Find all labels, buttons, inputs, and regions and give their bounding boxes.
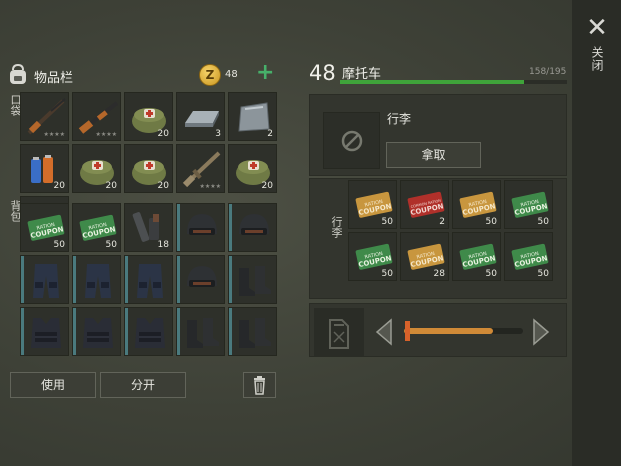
item-count: 50 xyxy=(53,240,65,250)
backpack-slot[interactable] xyxy=(176,307,225,356)
item-count: 28 xyxy=(433,269,445,279)
item-quality: ★★★★ xyxy=(43,131,65,138)
trunk-slot[interactable]: RATION COUPON 28 xyxy=(400,232,449,281)
backpack-slot[interactable] xyxy=(176,203,225,252)
item-quality: ★★★★ xyxy=(199,183,221,190)
fuel-decrease-button[interactable] xyxy=(373,318,395,346)
vehicle-durability-bar xyxy=(340,80,567,84)
trunk-grid: RATION COUPON 50 COMMON RATION COUPON 2 RATION… xyxy=(348,180,553,281)
backpack-slot[interactable] xyxy=(228,255,277,304)
tactical-boots-icon xyxy=(239,318,271,348)
backpack-slot[interactable] xyxy=(176,255,225,304)
item-count: 50 xyxy=(485,269,497,279)
tactical-pants-icon xyxy=(137,264,163,298)
item-count: 50 xyxy=(537,269,549,279)
tactical-boots-icon xyxy=(239,266,271,296)
item-count: 20 xyxy=(53,181,65,191)
pocket-slot[interactable]: 3 xyxy=(176,92,225,141)
backpack-slot[interactable] xyxy=(72,307,121,356)
item-count: 2 xyxy=(439,217,445,227)
trunk-slot[interactable]: RATION COUPON 50 xyxy=(348,232,397,281)
trunk-slot[interactable]: RATION COUPON 50 xyxy=(452,180,501,229)
item-count: 50 xyxy=(105,240,117,250)
close-label[interactable]: 关闭 xyxy=(588,46,606,72)
inventory-title: 物品栏 xyxy=(34,71,74,86)
backpack-slot[interactable] xyxy=(124,307,173,356)
backpack-slot[interactable] xyxy=(20,307,69,356)
backpack-slot[interactable] xyxy=(228,203,277,252)
item-count: 20 xyxy=(157,181,169,191)
backpack-slot[interactable]: 18 xyxy=(124,203,173,252)
pocket-slot[interactable]: 20 xyxy=(124,144,173,193)
tactical-helmet-icon xyxy=(239,214,269,235)
fuel-slider-track[interactable] xyxy=(404,328,523,334)
close-icon[interactable]: ✕ xyxy=(585,15,609,41)
add-coins-button[interactable]: + xyxy=(256,62,274,84)
item-count: 18 xyxy=(157,240,169,250)
item-count: 50 xyxy=(537,217,549,227)
tactical-boots-icon xyxy=(187,318,219,348)
trash-button[interactable] xyxy=(243,372,276,398)
backpack-grid: RATION COUPON 50 RATION COUPON 50 18 xyxy=(20,203,277,356)
pocket-slot[interactable]: ★★★★ xyxy=(176,144,225,193)
tactical-helmet-icon xyxy=(187,214,217,235)
item-count: 50 xyxy=(381,269,393,279)
coin-count: 48 xyxy=(225,69,238,80)
empty-slot xyxy=(323,112,380,169)
tactical-vest-icon xyxy=(83,318,113,348)
backpack-slot[interactable] xyxy=(20,255,69,304)
trunk-slot[interactable]: COMMON RATION COUPON 2 xyxy=(400,180,449,229)
backpack-slot[interactable] xyxy=(228,307,277,356)
split-button[interactable]: 分开 xyxy=(100,372,186,398)
tactical-helmet-icon xyxy=(187,266,217,287)
use-button[interactable]: 使用 xyxy=(10,372,96,398)
item-count: 20 xyxy=(105,181,117,191)
pocket-slot[interactable]: 20 xyxy=(72,144,121,193)
backpack-slot[interactable] xyxy=(124,255,173,304)
item-count: 3 xyxy=(215,129,221,139)
coin-icon: Z xyxy=(199,64,221,86)
pocket-slot[interactable]: 20 xyxy=(124,92,173,141)
pocket-slot[interactable]: 20 xyxy=(20,144,69,193)
item-count: 50 xyxy=(485,217,497,227)
backpack-slot[interactable]: RATION COUPON 50 xyxy=(72,203,121,252)
vehicle-durability-fill xyxy=(340,80,524,84)
pocket-slot[interactable]: ★★★★ xyxy=(72,92,121,141)
item-quality: ★★★★ xyxy=(95,131,117,138)
tactical-pants-icon xyxy=(85,264,111,298)
trunk-title: 行李 xyxy=(387,112,412,126)
fuel-increase-button[interactable] xyxy=(530,318,552,346)
trunk-slot[interactable]: RATION COUPON 50 xyxy=(504,180,553,229)
pocket-slot[interactable]: ★★★★ xyxy=(20,92,69,141)
trunk-slot[interactable]: RATION COUPON 50 xyxy=(348,180,397,229)
vehicle-durability: 158/195 xyxy=(529,67,567,77)
trunk-slot[interactable]: RATION COUPON 50 xyxy=(452,232,501,281)
fuel-slider-fill xyxy=(404,328,494,334)
fuel-slider-handle[interactable] xyxy=(405,321,410,341)
tactical-pants-icon xyxy=(33,264,59,298)
backpack-icon xyxy=(10,63,26,84)
jerrycan-icon xyxy=(329,319,349,349)
trunk-slot[interactable]: RATION COUPON 50 xyxy=(504,232,553,281)
trunk-side-label: 行李 xyxy=(330,216,343,238)
item-count: 20 xyxy=(157,129,169,139)
fuel-slot[interactable] xyxy=(314,308,364,356)
trash-icon xyxy=(254,376,265,395)
backpack-slot[interactable] xyxy=(72,255,121,304)
item-count: 50 xyxy=(381,217,393,227)
pocket-slot[interactable]: 2 xyxy=(228,92,277,141)
backpack-slot[interactable]: RATION COUPON 50 xyxy=(20,203,69,252)
item-count: 20 xyxy=(261,181,273,191)
vehicle-level: 48 xyxy=(309,61,336,85)
no-entry-icon xyxy=(341,130,363,152)
take-button[interactable]: 拿取 xyxy=(386,142,481,168)
tactical-vest-icon xyxy=(135,318,165,348)
item-count: 2 xyxy=(267,129,273,139)
pocket-slot[interactable]: 20 xyxy=(228,144,277,193)
tactical-vest-icon xyxy=(31,318,61,348)
